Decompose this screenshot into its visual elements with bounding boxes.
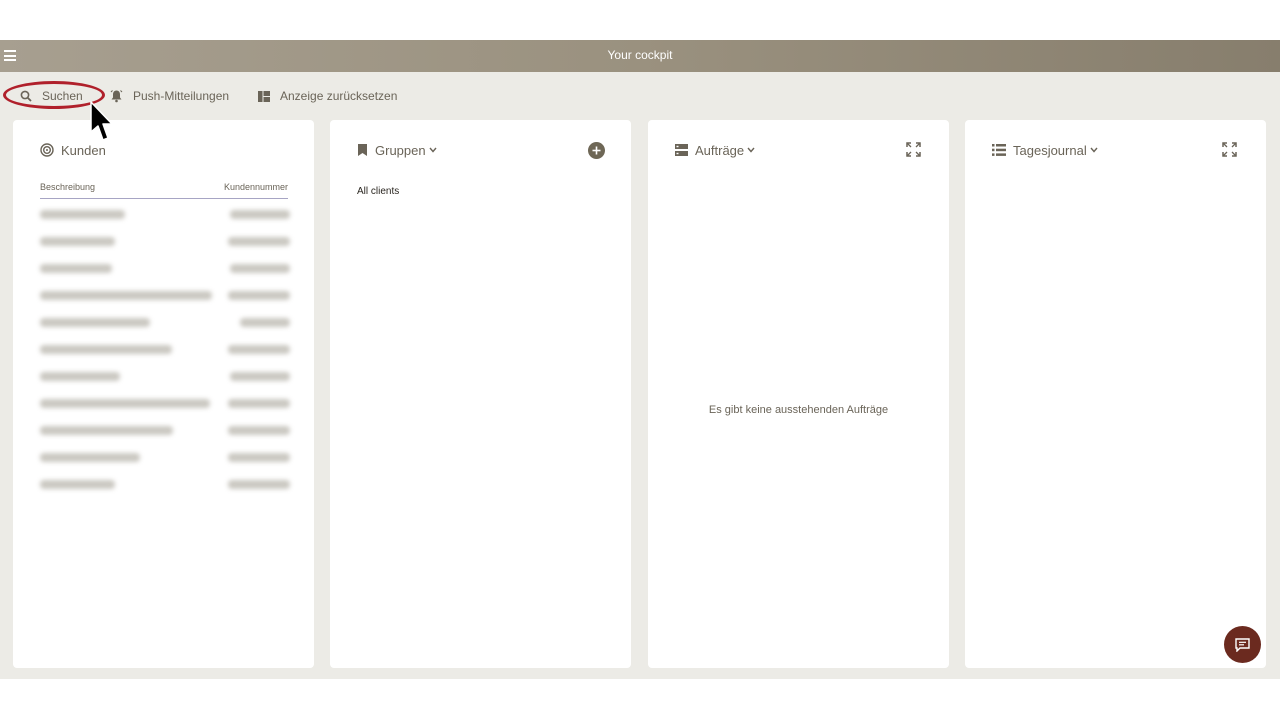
table-row[interactable] <box>40 420 290 447</box>
blurred-number <box>230 264 290 273</box>
expand-tagesjournal-button[interactable] <box>1222 142 1239 159</box>
fullscreen-icon <box>1222 142 1237 157</box>
table-row[interactable] <box>40 231 290 258</box>
search-label: Suchen <box>42 89 83 103</box>
blurred-number <box>228 426 290 435</box>
blurred-number <box>228 291 290 300</box>
panel-gruppen-dropdown[interactable]: Gruppen <box>357 142 437 158</box>
table-row[interactable] <box>40 204 290 231</box>
blurred-name <box>40 318 150 327</box>
table-row[interactable] <box>40 393 290 420</box>
blurred-name <box>40 372 120 381</box>
chevron-down-icon <box>429 145 437 155</box>
panel-auftraege-title: Aufträge <box>695 142 745 158</box>
group-item-all-clients[interactable]: All clients <box>357 186 399 197</box>
reset-view-button[interactable]: Anzeige zurücksetzen <box>258 88 397 104</box>
app-shell: Your cockpit Suchen Push-Mitteilungen An… <box>0 40 1280 679</box>
blurred-number <box>228 237 290 246</box>
dashboard-layout-icon <box>258 90 270 102</box>
bookmark-icon <box>357 143 368 157</box>
blurred-name <box>40 453 140 462</box>
push-notifications-button[interactable]: Push-Mitteilungen <box>110 88 229 104</box>
table-row[interactable] <box>40 285 290 312</box>
panel-auftraege-dropdown[interactable]: Aufträge <box>675 142 755 158</box>
blurred-name <box>40 480 115 489</box>
column-customer-number: Kundennummer <box>223 182 288 192</box>
panel-auftraege: Aufträge Es gibt keine ausstehenden Auft… <box>648 120 949 668</box>
blurred-number <box>228 345 290 354</box>
blurred-name <box>40 345 172 354</box>
table-row[interactable] <box>40 474 290 501</box>
chevron-down-icon <box>747 145 755 155</box>
table-row[interactable] <box>40 339 290 366</box>
server-list-icon <box>675 144 688 156</box>
blurred-name <box>40 426 173 435</box>
blurred-number <box>230 372 290 381</box>
blurred-number <box>228 453 290 462</box>
toolbar: Suchen Push-Mitteilungen Anzeige zurücks… <box>0 72 1280 120</box>
panel-kunden: Kunden Beschreibung Kundennummer <box>13 120 314 668</box>
plus-circle-icon <box>588 142 605 159</box>
expand-auftraege-button[interactable] <box>906 142 923 159</box>
mouse-pointer-icon <box>89 100 115 151</box>
blurred-name <box>40 264 112 273</box>
fullscreen-icon <box>906 142 921 157</box>
table-row[interactable] <box>40 366 290 393</box>
blurred-name <box>40 399 210 408</box>
add-group-button[interactable] <box>588 142 605 159</box>
push-notifications-label: Push-Mitteilungen <box>133 89 230 103</box>
table-row[interactable] <box>40 312 290 339</box>
column-description: Beschreibung <box>40 182 96 192</box>
reset-view-label: Anzeige zurücksetzen <box>280 89 398 103</box>
blurred-number <box>230 210 290 219</box>
blurred-number <box>228 399 290 408</box>
panel-tagesjournal-title: Tagesjournal <box>1013 142 1087 158</box>
chat-icon <box>1235 637 1250 652</box>
customers-table-header: Beschreibung Kundennummer <box>40 181 288 199</box>
table-row[interactable] <box>40 447 290 474</box>
blurred-name <box>40 291 212 300</box>
customers-list <box>40 204 290 501</box>
panel-gruppen-title: Gruppen <box>375 142 426 158</box>
chat-button[interactable] <box>1224 626 1261 663</box>
panel-gruppen: Gruppen All clients <box>330 120 631 668</box>
blurred-number <box>240 318 290 327</box>
page-title: Your cockpit <box>607 48 673 62</box>
panel-tagesjournal: Tagesjournal <box>965 120 1266 668</box>
search-button[interactable]: Suchen <box>20 88 83 104</box>
search-icon <box>20 90 32 102</box>
table-row[interactable] <box>40 258 290 285</box>
chevron-down-icon <box>1090 145 1098 155</box>
empty-orders-message: Es gibt keine ausstehenden Aufträge <box>708 404 889 416</box>
list-icon <box>992 144 1006 156</box>
panel-tagesjournal-dropdown[interactable]: Tagesjournal <box>992 142 1098 158</box>
blurred-name <box>40 210 125 219</box>
blurred-name <box>40 237 115 246</box>
target-icon <box>40 143 54 157</box>
blurred-number <box>228 480 290 489</box>
title-bar: Your cockpit <box>0 40 1280 72</box>
